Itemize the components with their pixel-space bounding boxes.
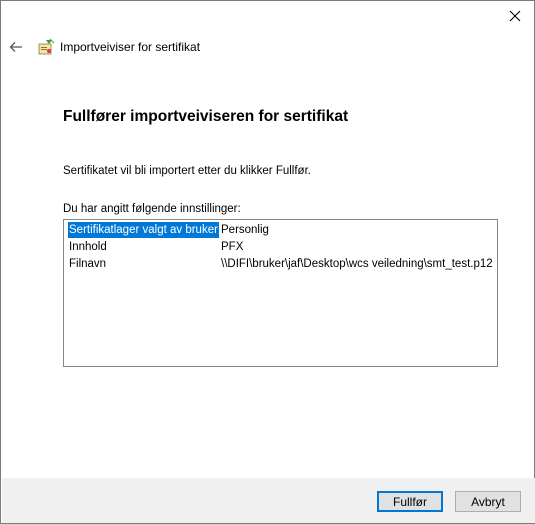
settings-row-value: PFX — [221, 241, 244, 253]
import-wizard-window: Importveiviser for sertifikat Fullfører … — [0, 0, 535, 524]
close-icon — [509, 10, 521, 22]
page-heading: Fullfører importveiviseren for sertifika… — [63, 108, 349, 125]
settings-row-key: Filnavn — [69, 258, 107, 270]
certificate-wizard-icon — [37, 38, 55, 56]
description-text: Sertifikatet vil bli importert etter du … — [63, 165, 311, 177]
settings-row-key: Sertifikatlager valgt av bruker — [68, 222, 219, 238]
settings-list[interactable]: Sertifikatlager valgt av bruker Personli… — [63, 219, 498, 367]
settings-row-key: Innhold — [69, 241, 107, 253]
finish-button[interactable]: Fullfør — [377, 491, 443, 512]
back-arrow-icon — [9, 42, 22, 52]
back-button[interactable] — [7, 37, 25, 57]
close-button[interactable] — [500, 3, 530, 29]
settings-row-value: \\DIFI\bruker\jaf\Desktop\wcs veiledning… — [221, 258, 493, 270]
settings-row-value: Personlig — [221, 224, 269, 236]
cancel-button[interactable]: Avbryt — [455, 491, 521, 512]
wizard-title: Importveiviser for sertifikat — [60, 40, 201, 54]
settings-list-label: Du har angitt følgende innstillinger: — [63, 203, 241, 215]
